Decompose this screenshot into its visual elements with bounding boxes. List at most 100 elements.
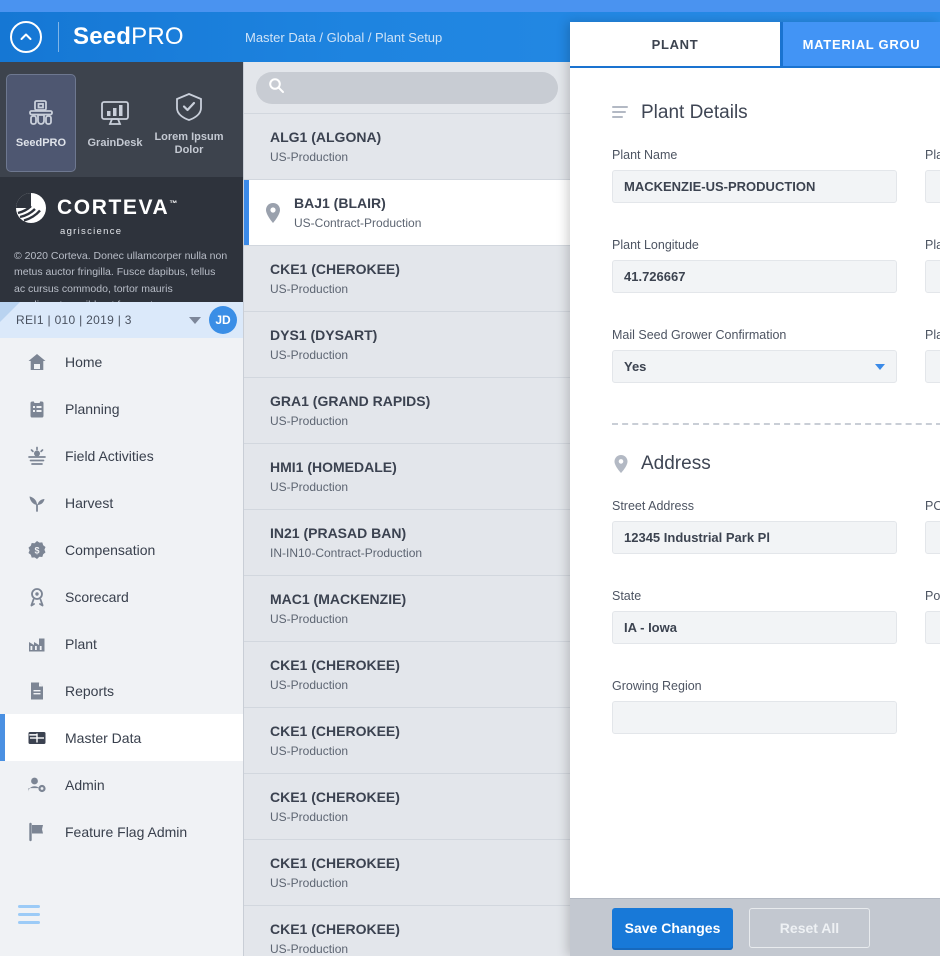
sidebar-item-feature-flag-admin[interactable]: Feature Flag Admin (0, 808, 243, 855)
plant-right-input-1[interactable] (925, 170, 940, 203)
brand-light: PRO (131, 23, 184, 50)
detail-footer: Save Changes Reset All (570, 898, 940, 956)
list-item[interactable]: CKE1 (CHEROKEE) US-Production (244, 840, 570, 906)
plant-longitude-input[interactable]: 41.726667 (612, 260, 897, 293)
sidebar-item-label: Feature Flag Admin (65, 823, 188, 840)
tab-plant[interactable]: PLANT (570, 22, 780, 66)
field-mail-seed-grower-confirmation: Mail Seed Grower Confirmation Yes (612, 328, 897, 383)
list-item[interactable]: CKE1 (CHEROKEE) US-Production (244, 708, 570, 774)
list-item-subtitle: US-Contract-Production (294, 215, 422, 230)
save-changes-button[interactable]: Save Changes (612, 907, 733, 948)
list-item-title: CKE1 (CHEROKEE) (270, 789, 400, 806)
field-address-right-1: PO (925, 499, 940, 554)
address-right-column: PO Po (925, 499, 940, 769)
street-address-input[interactable]: 12345 Industrial Park Pl (612, 521, 897, 554)
field-label: Growing Region (612, 679, 702, 693)
sidebar-item-reports[interactable]: Reports (0, 667, 243, 714)
plant-list[interactable]: ALG1 (ALGONA) US-Production BAJ1 (BLAIR)… (244, 114, 570, 956)
app-tile-seedpro[interactable]: SeedPRO (6, 73, 76, 172)
corteva-trademark: ™ (169, 199, 178, 208)
list-item-subtitle: US-Production (270, 149, 349, 164)
field-label: Plant Longitude (612, 238, 699, 252)
sidebar-item-planning[interactable]: Planning (0, 385, 243, 432)
chevron-up-circle-icon[interactable] (10, 21, 42, 53)
list-item[interactable]: DYS1 (DYSART) US-Production (244, 312, 570, 378)
list-item[interactable]: IN21 (PRASAD BAN) IN-IN10-Contract-Produ… (244, 510, 570, 576)
list-item[interactable]: GRA1 (GRAND RAPIDS) US-Production (244, 378, 570, 444)
sidebar-item-admin[interactable]: Admin (0, 761, 243, 808)
header-brand-area: SeedPRO (0, 21, 245, 93)
detail-form: Plant Details Plant Name MACKENZIE-US-PR… (570, 70, 940, 910)
dollar-badge-icon: $ (26, 539, 48, 561)
breadcrumb[interactable]: Master Data / Global / Plant Setup (245, 30, 442, 45)
sidebar-item-label: Harvest (65, 494, 114, 511)
list-item[interactable]: CKE1 (CHEROKEE) US-Production (244, 774, 570, 840)
corteva-tagline: agriscience (60, 226, 123, 237)
field-label: Pla (925, 238, 940, 252)
list-item[interactable]: CKE1 (CHEROKEE) US-Production (244, 246, 570, 312)
tab-material-group[interactable]: MATERIAL GROU (780, 22, 940, 66)
sidebar-item-label: Reports (65, 682, 115, 699)
avatar[interactable]: JD (209, 306, 237, 334)
award-medal-icon (26, 586, 48, 608)
plant-details-right-column: Pla Pla Pla (925, 148, 940, 418)
list-item[interactable]: ALG1 (ALGONA) US-Production (244, 114, 570, 180)
list-item-title: DYS1 (DYSART) (270, 327, 378, 344)
corteva-wordmark: CORTEVA™ (57, 196, 177, 220)
sidebar-item-master-data[interactable]: Master Data (0, 714, 243, 761)
sprout-icon (26, 492, 48, 514)
app-tile-label: GrainDesk (87, 137, 143, 150)
chevron-down-icon[interactable] (189, 316, 201, 324)
list-item-subtitle: US-Production (270, 875, 349, 890)
header-divider (58, 22, 59, 52)
sidebar-item-scorecard[interactable]: Scorecard (0, 573, 243, 620)
app-tile-label: SeedPRO (15, 137, 67, 150)
search-input[interactable] (293, 80, 558, 95)
list-item[interactable]: CKE1 (CHEROKEE) US-Production (244, 906, 570, 956)
list-item-subtitle: US-Production (270, 479, 349, 494)
list-item-title: CKE1 (CHEROKEE) (270, 855, 400, 872)
app-tile-graindesk[interactable]: GrainDesk (80, 74, 150, 172)
field-label: PO (925, 499, 940, 513)
sidebar-item-compensation[interactable]: $ Compensation (0, 526, 243, 573)
app-tile-lorem-ipsum-dolor[interactable]: Lorem Ipsum Dolor (154, 74, 224, 172)
list-item[interactable]: BAJ1 (BLAIR) US-Contract-Production (244, 180, 570, 246)
sidebar-item-label: Field Activities (65, 447, 154, 464)
sidebar-item-plant[interactable]: Plant (0, 620, 243, 667)
field-plant-longitude: Plant Longitude 41.726667 (612, 238, 897, 293)
field-label: Po (925, 589, 940, 603)
address-right-input-1[interactable] (925, 521, 940, 554)
document-icon (26, 680, 48, 702)
plant-details-fields: Plant Name MACKENZIE-US-PRODUCTION Plant… (570, 124, 940, 418)
search-box[interactable] (256, 71, 558, 104)
list-item-title: CKE1 (CHEROKEE) (270, 657, 400, 674)
list-item[interactable]: MAC1 (MACKENZIE) US-Production (244, 576, 570, 642)
mail-seed-grower-confirmation-select[interactable]: Yes (612, 350, 897, 383)
hamburger-icon[interactable] (18, 905, 40, 929)
list-item[interactable]: CKE1 (CHEROKEE) US-Production (244, 642, 570, 708)
growing-region-input[interactable] (612, 701, 897, 734)
list-item-subtitle: US-Production (270, 281, 349, 296)
state-input[interactable]: IA - Iowa (612, 611, 897, 644)
reset-all-button[interactable]: Reset All (749, 907, 870, 948)
address-right-input-2[interactable] (925, 611, 940, 644)
context-bar[interactable]: REI1 | 010 | 2019 | 3 JD (0, 302, 243, 338)
sidebar-item-harvest[interactable]: Harvest (0, 479, 243, 526)
plant-detail-panel: PLANT MATERIAL GROU Plant Details Plant … (570, 22, 940, 956)
sidebar-item-field-activities[interactable]: Field Activities (0, 432, 243, 479)
sidebar-item-home[interactable]: Home (0, 338, 243, 385)
top-accent-strip (0, 0, 940, 12)
plant-name-input[interactable]: MACKENZIE-US-PRODUCTION (612, 170, 897, 203)
sidebar-item-label: Scorecard (65, 588, 129, 605)
field-label: Mail Seed Grower Confirmation (612, 328, 787, 342)
svg-text:$: $ (34, 545, 39, 555)
plant-right-input-3[interactable] (925, 350, 940, 383)
sidebar-item-label: Compensation (65, 541, 156, 558)
address-left-column: Street Address 12345 Industrial Park Pl … (612, 499, 897, 769)
corteva-wordmark-text: CORTEVA (57, 196, 170, 219)
sidebar-nav: Home Planning Field Activities Harvest $… (0, 338, 243, 956)
list-item[interactable]: HMI1 (HOMEDALE) US-Production (244, 444, 570, 510)
hamburger-line (18, 913, 40, 916)
plant-right-input-2[interactable] (925, 260, 940, 293)
detail-tabs: PLANT MATERIAL GROU (570, 22, 940, 68)
